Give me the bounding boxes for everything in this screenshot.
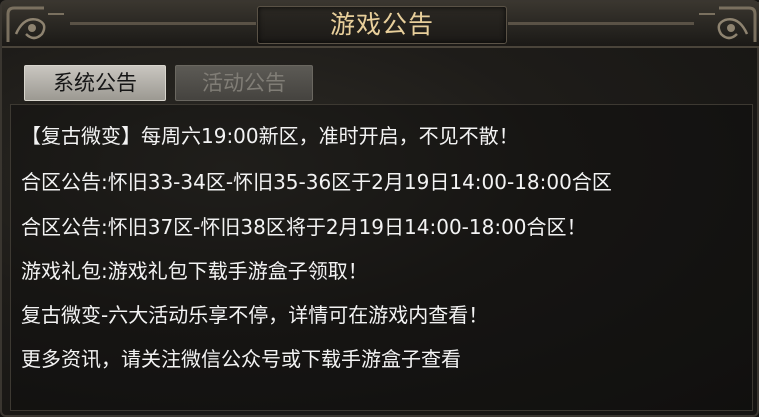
notice-line: 合区公告:怀旧33-34区-怀旧35-36区于2月19日14:00-18:00合…	[21, 170, 612, 194]
tab-event-notice[interactable]: 活动公告	[175, 65, 313, 101]
notice-line: 合区公告:怀旧37区-怀旧38区将于2月19日14:00-18:00合区！	[21, 215, 587, 239]
title-rail-left	[70, 22, 256, 25]
right-ornament-icon	[699, 6, 757, 42]
tab-system-notice[interactable]: 系统公告	[24, 65, 166, 101]
left-ornament-icon	[6, 6, 64, 42]
notice-line: 【复古微变】每周六19:00新区，准时开启，不见不散！	[21, 124, 519, 148]
title-rail-right	[508, 22, 694, 25]
panel-title: 游戏公告	[329, 10, 434, 39]
notice-line: 更多资讯，请关注微信公众号或下载手游盒子查看	[21, 347, 461, 371]
notice-line: 复古微变-六大活动乐享不停，详情可在游戏内查看！	[21, 303, 489, 327]
notice-line: 游戏礼包:游戏礼包下载手游盒子领取！	[21, 259, 368, 283]
title-bar: 游戏公告	[2, 2, 759, 48]
announcement-panel: 游戏公告 系统公告 活动公告 【复古微变】每周六19:00新区，准时开启，不见不…	[0, 0, 759, 417]
